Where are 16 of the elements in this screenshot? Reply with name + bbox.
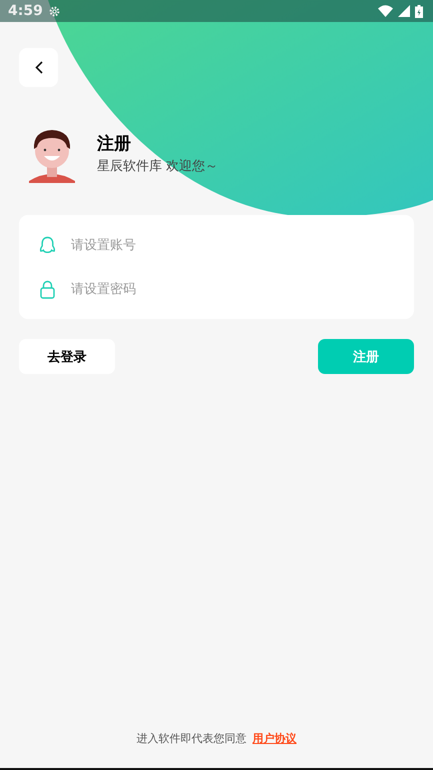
status-time: 4:59 — [8, 3, 43, 19]
agreement-text: 进入软件即代表您同意 — [136, 731, 246, 746]
back-chevron-icon — [34, 61, 42, 74]
back-button[interactable] — [19, 48, 58, 87]
lock-icon — [39, 280, 56, 298]
signal-icon — [398, 5, 410, 17]
register-button[interactable]: 注册 — [318, 339, 414, 374]
chat-bubble-icon — [39, 236, 56, 254]
login-button[interactable]: 去登录 — [19, 339, 115, 374]
settings-icon — [48, 4, 61, 18]
battery-icon — [415, 4, 423, 18]
page-title: 注册 — [97, 132, 132, 154]
password-field[interactable]: 请设置密码 — [69, 280, 394, 298]
user-agreement-link[interactable]: 用户协议 — [252, 731, 296, 746]
account-field[interactable]: 请设置账号 — [69, 236, 394, 254]
wifi-icon — [378, 5, 393, 17]
